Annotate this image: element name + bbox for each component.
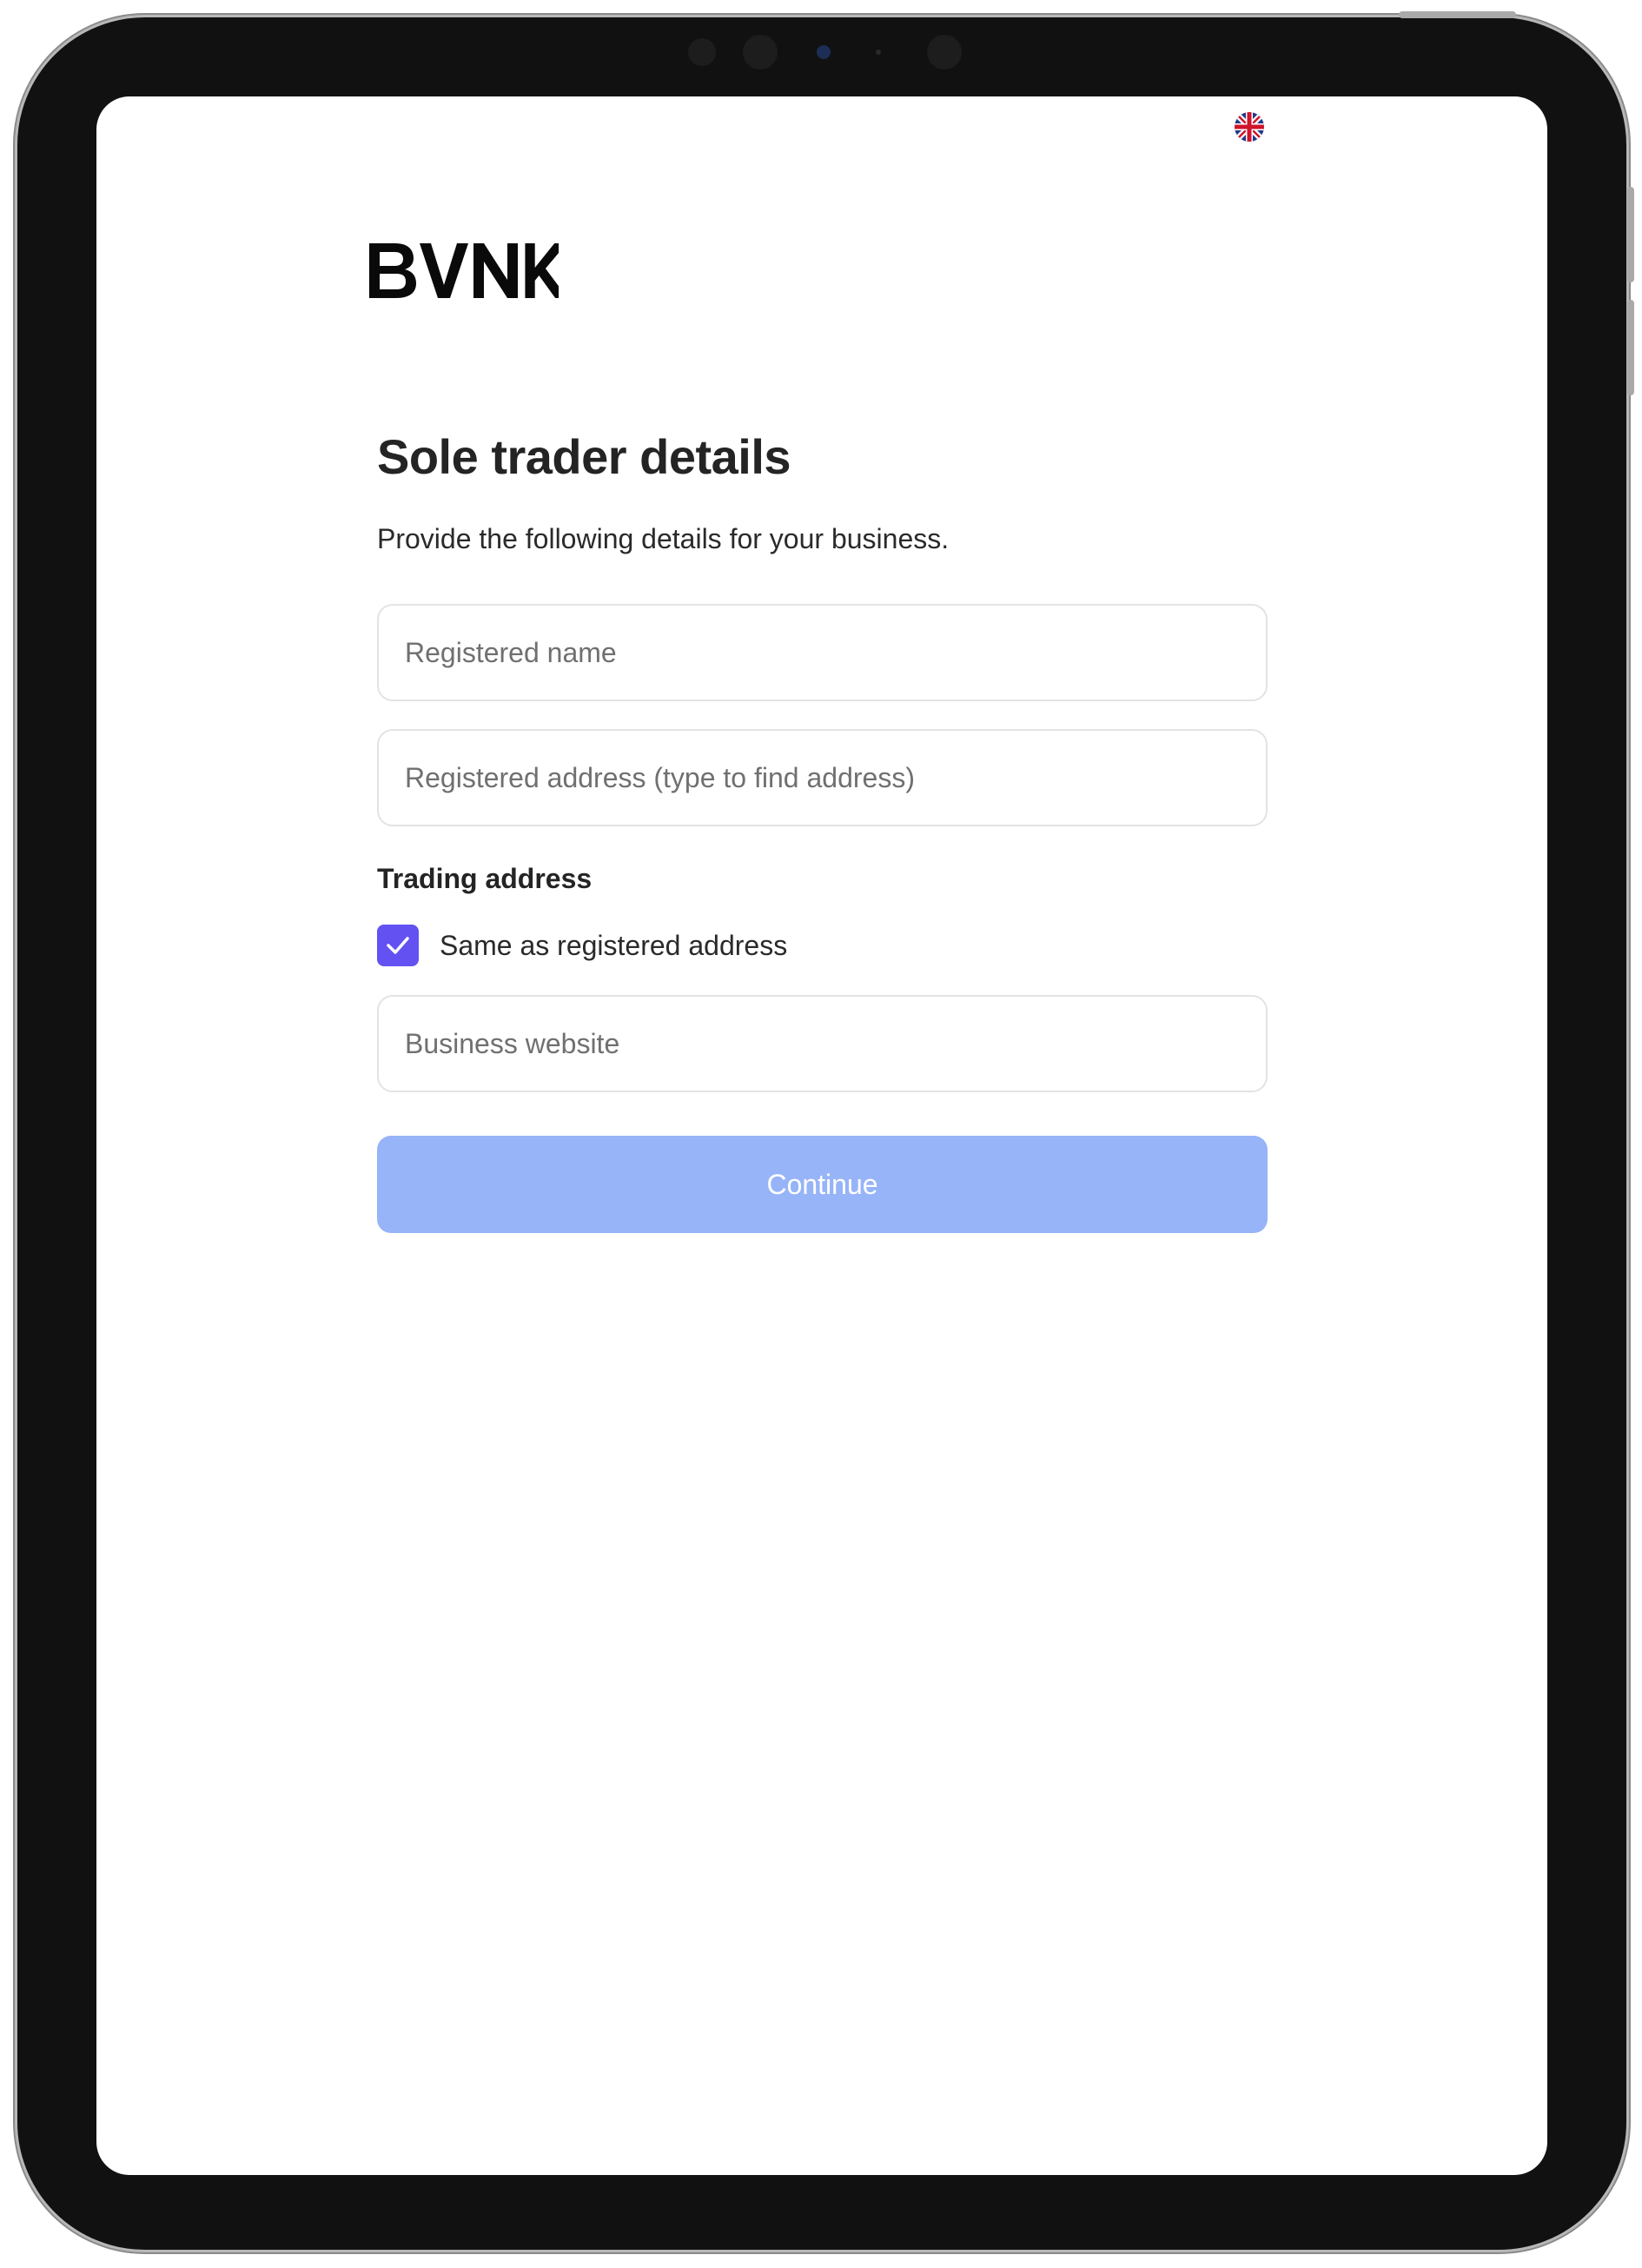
registered-name-input[interactable] [379,636,1266,669]
sensor-icon [927,35,962,70]
app-screen: Sole trader details Provide the followin… [96,96,1547,2175]
business-website-field[interactable] [377,995,1268,1092]
registered-address-input[interactable] [379,761,1266,794]
sensor-icon [876,50,881,55]
continue-button[interactable]: Continue [377,1136,1268,1233]
sole-trader-form: Sole trader details Provide the followin… [377,422,1268,1233]
top-hardware-button [1399,11,1516,18]
page-subtitle: Provide the following details for your b… [377,523,950,554]
page-title: Sole trader details [377,429,791,484]
bvnk-logo [367,240,568,301]
camera-icon [817,45,831,59]
volume-up-button [1627,187,1634,282]
volume-down-button [1627,300,1634,395]
checkmark-icon [387,937,409,954]
sensor-icon [743,35,778,70]
trading-address-label: Trading address [377,863,593,894]
same-as-registered-label: Same as registered address [440,929,788,961]
camera-sensor-bar [678,31,973,73]
sensor-icon [688,38,716,66]
same-as-registered-checkbox[interactable] [377,925,419,966]
business-website-input[interactable] [379,1027,1266,1060]
same-as-registered-row[interactable]: Same as registered address [377,924,1268,967]
registered-address-field[interactable] [377,729,1268,826]
uk-flag-icon[interactable] [1235,112,1264,142]
registered-name-field[interactable] [377,604,1268,701]
